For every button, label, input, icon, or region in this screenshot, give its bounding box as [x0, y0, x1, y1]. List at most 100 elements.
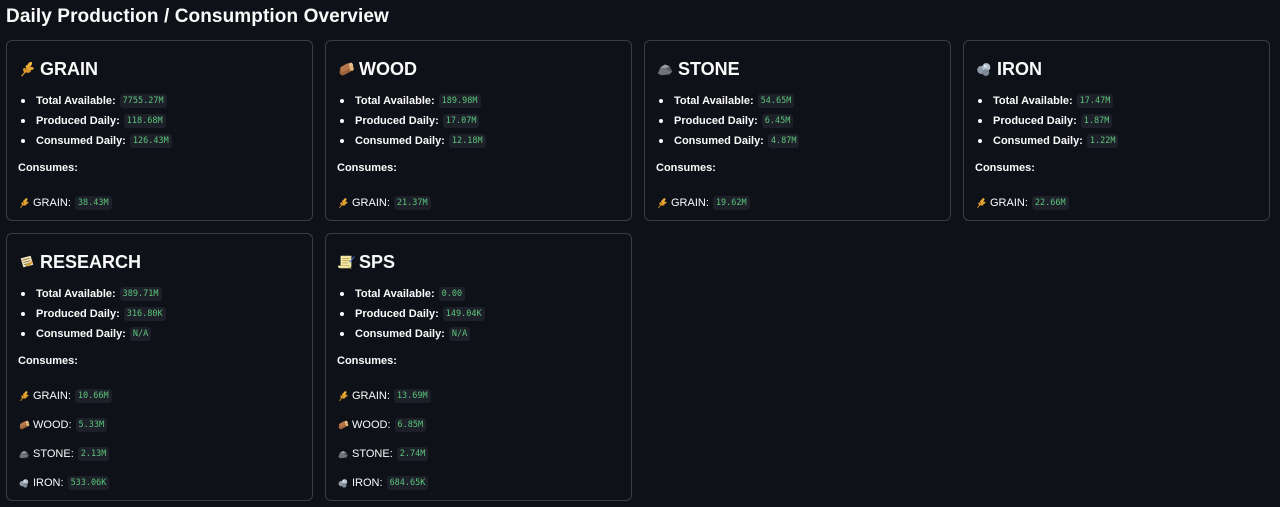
card-title: GRAIN: [40, 58, 98, 79]
stat-consumed-daily: Consumed Daily: 126.43M: [18, 131, 302, 151]
consume-value: 6.85M: [394, 417, 427, 432]
consume-label: STONE:: [33, 447, 74, 460]
bullet-icon: [659, 139, 663, 143]
resource-card-grain: GRAIN Total Available: 7755.27M Produced …: [6, 40, 313, 221]
stat-label: Consumed Daily:: [355, 328, 445, 340]
stats-list: Total Available: 189.98M Produced Daily: 1…: [337, 91, 621, 151]
stat-consumed-daily: Consumed Daily: N/A: [18, 324, 302, 344]
card-title: IRON: [997, 58, 1042, 79]
stat-label: Consumed Daily:: [674, 135, 764, 147]
grain-icon: [656, 197, 668, 209]
stat-label: Produced Daily:: [355, 308, 439, 320]
consume-item-stone: STONE: 2.13M: [18, 439, 302, 468]
bullet-icon: [340, 312, 344, 316]
bullet-icon: [978, 139, 982, 143]
research-icon: [18, 253, 36, 271]
stat-value: 189.98M: [438, 94, 481, 108]
consumes-heading: Consumes:: [18, 162, 78, 174]
consume-label: WOOD:: [33, 418, 72, 431]
card-header: GRAIN: [18, 58, 302, 80]
stat-label: Total Available:: [993, 95, 1073, 107]
stat-produced-daily: Produced Daily: 316.80K: [18, 304, 302, 324]
stat-label: Consumed Daily:: [355, 135, 445, 147]
stat-value: 17.47M: [1076, 94, 1114, 108]
stat-produced-daily: Produced Daily: 17.07M: [337, 111, 621, 131]
stat-label: Consumed Daily:: [36, 135, 126, 147]
stat-value: 54.65M: [757, 94, 795, 108]
stat-consumed-daily: Consumed Daily: 1.22M: [975, 131, 1259, 151]
bullet-icon: [978, 99, 982, 103]
bullet-icon: [340, 99, 344, 103]
bullet-icon: [21, 139, 25, 143]
wood-icon: [18, 419, 30, 431]
bullet-icon: [21, 119, 25, 123]
consumes-list: GRAIN: 13.69M WOOD: 6.85M STONE: 2.74M IRON…: [337, 381, 621, 497]
stat-produced-daily: Produced Daily: 1.87M: [975, 111, 1259, 131]
consume-value: 22.66M: [1031, 195, 1069, 210]
bullet-icon: [340, 332, 344, 336]
grain-icon: [18, 60, 36, 78]
consumes-list: GRAIN: 38.43M: [18, 188, 302, 217]
bullet-icon: [340, 119, 344, 123]
stat-label: Produced Daily:: [355, 115, 439, 127]
consume-label: IRON:: [352, 476, 383, 489]
iron-icon: [975, 60, 993, 78]
consume-item-grain: GRAIN: 19.62M: [656, 188, 940, 217]
stone-icon: [656, 60, 674, 78]
stat-label: Produced Daily:: [674, 115, 758, 127]
card-header: IRON: [975, 58, 1259, 80]
resource-card-wood: WOOD Total Available: 189.98M Produced Da…: [325, 40, 632, 221]
stat-label: Produced Daily:: [36, 115, 120, 127]
stat-value: 4.87M: [767, 134, 800, 148]
grain-icon: [337, 390, 349, 402]
resource-card-iron: IRON Total Available: 17.47M Produced Dai…: [963, 40, 1270, 221]
stat-produced-daily: Produced Daily: 149.04K: [337, 304, 621, 324]
grain-icon: [337, 197, 349, 209]
stat-consumed-daily: Consumed Daily: 12.18M: [337, 131, 621, 151]
stats-list: Total Available: 0.00 Produced Daily: 149.…: [337, 284, 621, 344]
card-title: SPS: [359, 251, 396, 272]
consume-value: 5.33M: [75, 417, 108, 432]
bullet-icon: [21, 99, 25, 103]
consume-item-iron: IRON: 684.65K: [337, 468, 621, 497]
consumes-list: GRAIN: 21.37M: [337, 188, 621, 217]
stat-consumed-daily: Consumed Daily: 4.87M: [656, 131, 940, 151]
stat-label: Total Available:: [355, 95, 435, 107]
stats-list: Total Available: 54.65M Produced Daily: 6.…: [656, 91, 940, 151]
consumes-heading: Consumes:: [18, 355, 78, 367]
page: Daily Production / Consumption Overview …: [0, 0, 1280, 507]
stone-icon: [337, 448, 349, 460]
stats-list: Total Available: 389.71M Produced Daily: 3…: [18, 284, 302, 344]
stat-label: Total Available:: [36, 288, 116, 300]
resource-card-sps: SPS Total Available: 0.00 Produced Daily:…: [325, 233, 632, 501]
wood-icon: [337, 60, 355, 78]
stat-label: Consumed Daily:: [993, 135, 1083, 147]
consume-item-iron: IRON: 533.06K: [18, 468, 302, 497]
stat-total-available: Total Available: 54.65M: [656, 91, 940, 111]
consume-item-grain: GRAIN: 21.37M: [337, 188, 621, 217]
consume-item-wood: WOOD: 6.85M: [337, 410, 621, 439]
consume-label: GRAIN:: [352, 389, 390, 402]
bullet-icon: [659, 99, 663, 103]
consume-label: STONE:: [352, 447, 393, 460]
consume-label: GRAIN:: [33, 196, 71, 209]
sps-icon: [337, 253, 355, 271]
card-title: RESEARCH: [40, 251, 142, 272]
iron-icon: [18, 477, 30, 489]
stat-value: 12.18M: [448, 134, 486, 148]
stat-value: N/A: [129, 327, 152, 341]
consume-label: WOOD:: [352, 418, 391, 431]
consume-value: 533.06K: [67, 475, 110, 490]
card-header: RESEARCH: [18, 251, 302, 273]
card-header: STONE: [656, 58, 940, 80]
consume-value: 13.69M: [393, 388, 431, 403]
consume-item-stone: STONE: 2.74M: [337, 439, 621, 468]
stat-value: 1.22M: [1086, 134, 1119, 148]
resource-card-stone: STONE Total Available: 54.65M Produced Da…: [644, 40, 951, 221]
consume-value: 2.13M: [77, 446, 110, 461]
bullet-icon: [978, 119, 982, 123]
consumes-heading: Consumes:: [975, 162, 1035, 174]
stat-value: 118.68M: [123, 114, 166, 128]
bullet-icon: [340, 292, 344, 296]
stat-produced-daily: Produced Daily: 118.68M: [18, 111, 302, 131]
